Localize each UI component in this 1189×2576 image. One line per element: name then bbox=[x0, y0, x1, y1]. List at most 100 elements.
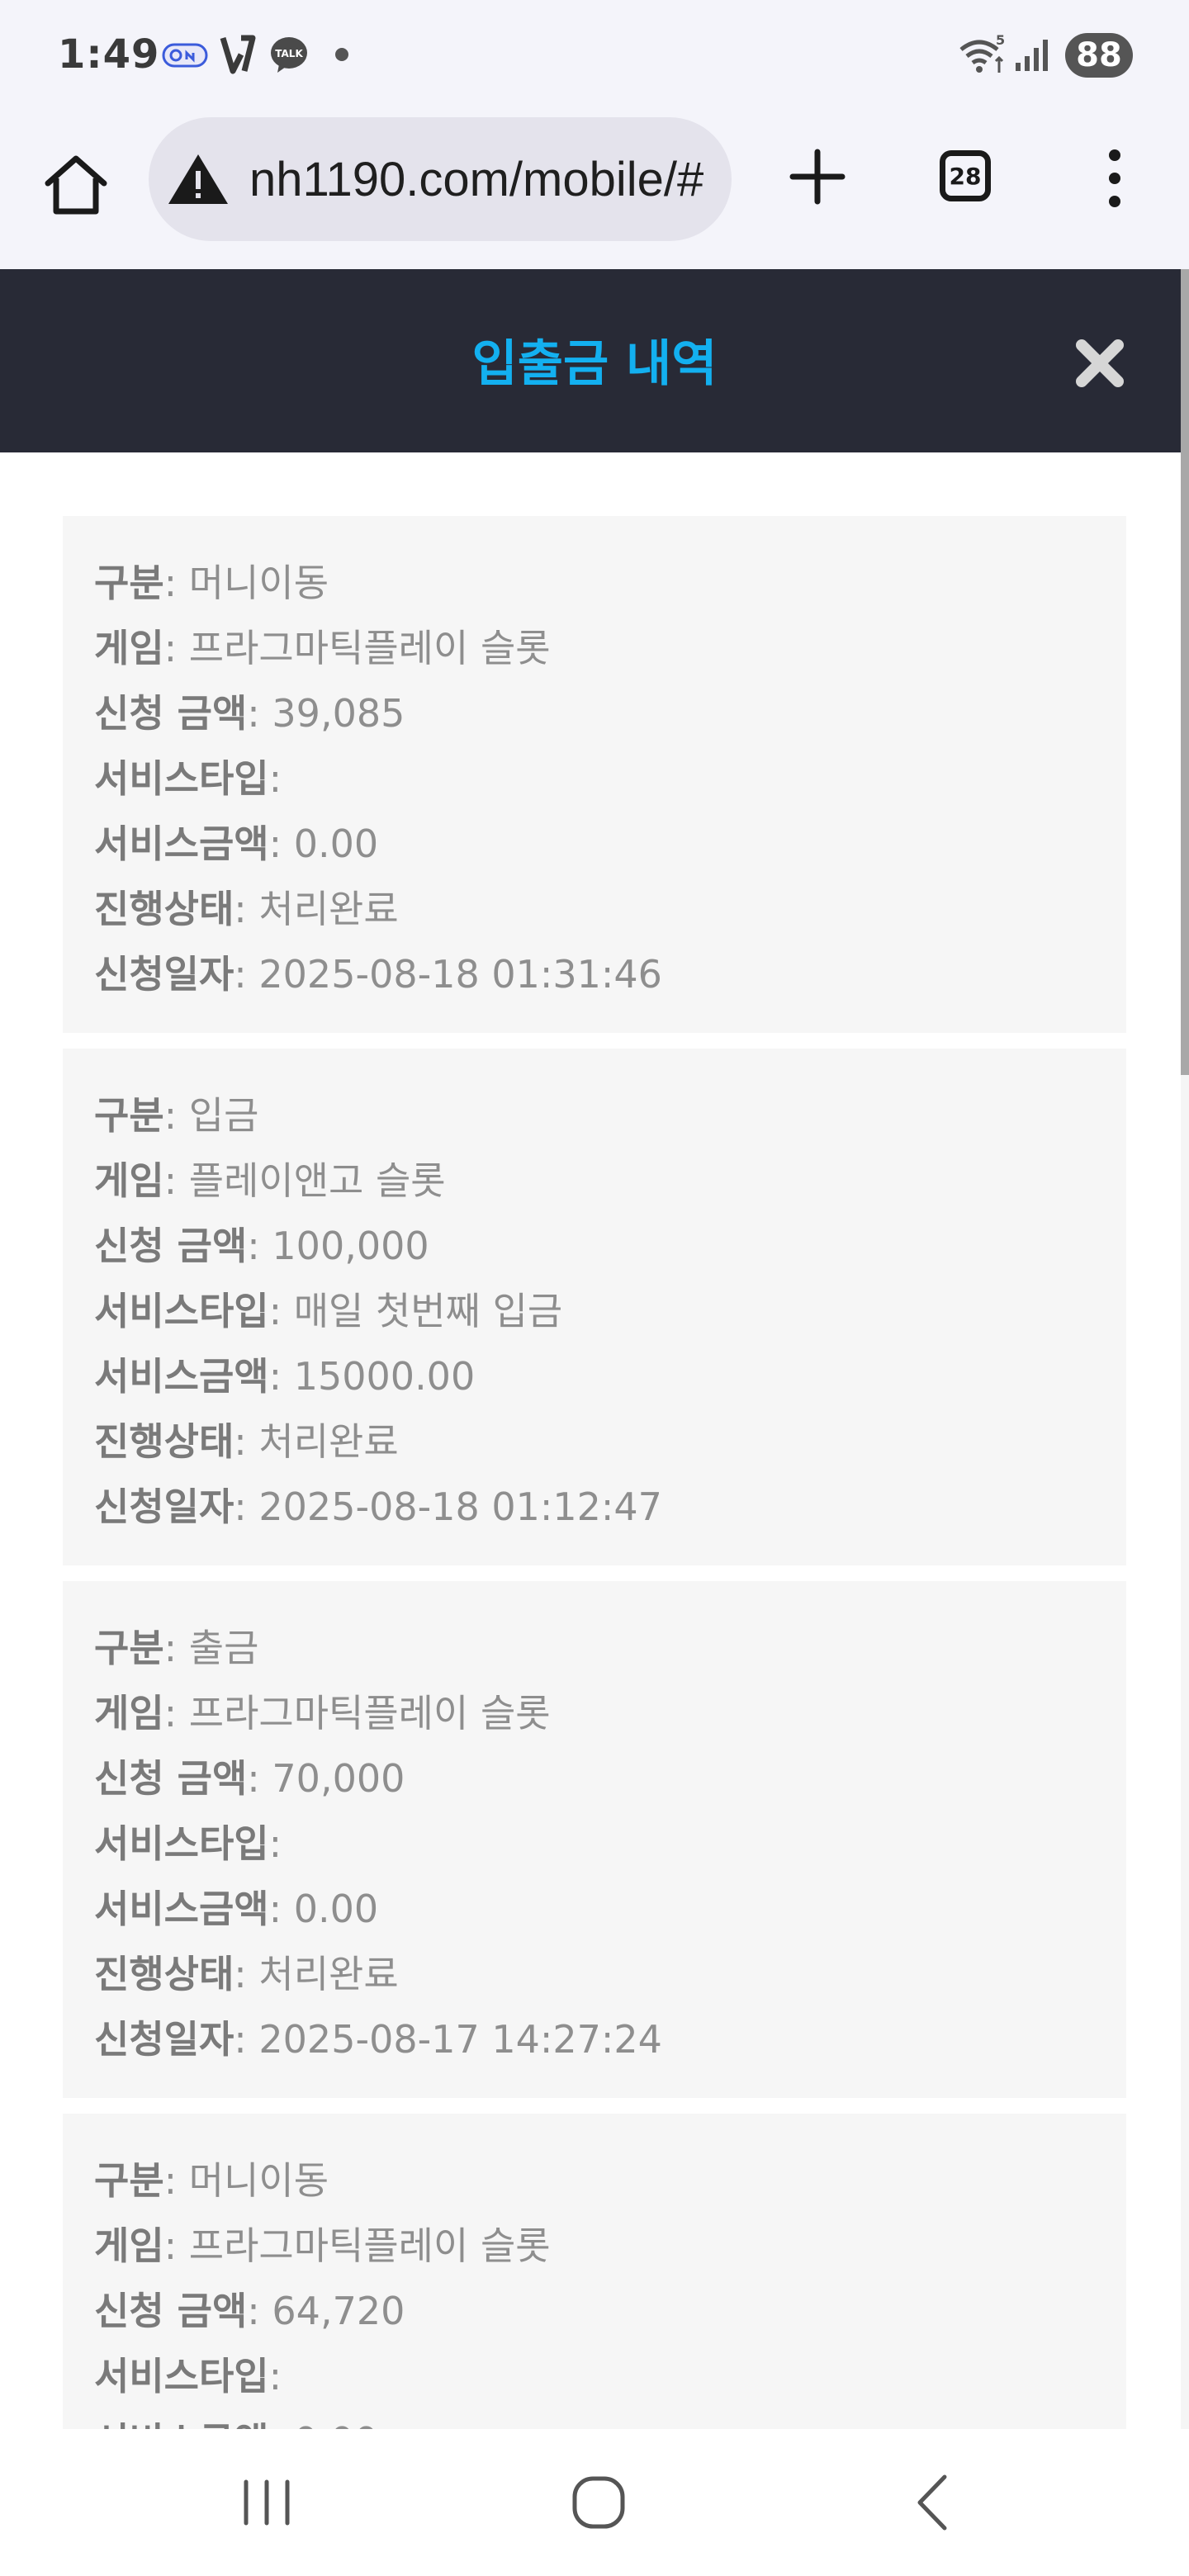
transaction-card: 구분: 출금 게임: 프라그마틱플레이 슬롯 신청 금액: 70,000 서비스… bbox=[63, 1581, 1126, 2098]
field-label: 게임 bbox=[94, 2223, 164, 2268]
field-label: 신청 금액 bbox=[94, 691, 248, 736]
battery-indicator: 88 bbox=[1065, 33, 1133, 78]
close-icon[interactable] bbox=[1073, 337, 1126, 390]
field-label: 신청일자 bbox=[94, 952, 234, 997]
field-value: : 입금 bbox=[163, 1093, 259, 1138]
field-value: : 0.00 bbox=[269, 2419, 379, 2429]
field-label: 구분 bbox=[94, 561, 164, 605]
field-label: 신청일자 bbox=[94, 2017, 234, 2062]
field-label: 게임 bbox=[94, 626, 164, 670]
field-label: 구분 bbox=[94, 1093, 164, 1138]
field-row: 신청 금액: 64,720 bbox=[94, 2279, 1126, 2344]
back-icon[interactable] bbox=[897, 2465, 971, 2540]
field-value: : 0.00 bbox=[268, 1887, 379, 1931]
field-row: 신청일자: 2025-08-18 01:31:46 bbox=[94, 942, 1126, 1007]
modal-title: 입출금 내역 bbox=[471, 335, 718, 393]
field-value: : 처리완료 bbox=[234, 1952, 399, 1996]
field-row: 서비스타입: 매일 첫번째 입금 bbox=[94, 1279, 1126, 1344]
field-value: : 출금 bbox=[163, 1626, 259, 1670]
field-value: : bbox=[268, 756, 282, 801]
warning-icon[interactable] bbox=[167, 151, 230, 207]
wifi-label: 5 bbox=[996, 33, 1005, 48]
field-row: 진행상태: 처리완료 bbox=[94, 1409, 1126, 1475]
tabs-icon[interactable]: 28 bbox=[940, 150, 991, 201]
kakaotalk-icon: TALK bbox=[269, 35, 309, 74]
url-text[interactable]: nh1190.com/mobile/# bbox=[249, 152, 703, 207]
wifi-icon: 5 bbox=[958, 33, 1009, 78]
field-label: 게임 bbox=[94, 1158, 164, 1203]
field-value: : 100,000 bbox=[247, 1224, 429, 1268]
field-label: 신청일자 bbox=[94, 1485, 234, 1529]
modal-header: 입출금 내역 bbox=[0, 269, 1181, 452]
field-row: 신청 금액: 39,085 bbox=[94, 681, 1126, 746]
field-row: 신청 금액: 70,000 bbox=[94, 1746, 1126, 1811]
field-row: 구분: 머니이동 bbox=[94, 551, 1126, 616]
field-label: 서비스타입 bbox=[94, 1821, 269, 1866]
home-icon[interactable] bbox=[41, 150, 111, 220]
field-label: 서비스금액 bbox=[94, 822, 269, 866]
field-value: : 64,720 bbox=[247, 2289, 405, 2333]
field-row: 신청 금액: 100,000 bbox=[94, 1214, 1126, 1279]
field-value: : 머니이동 bbox=[163, 2158, 329, 2203]
transaction-list: 구분: 머니이동 게임: 프라그마틱플레이 슬롯 신청 금액: 39,085 서… bbox=[0, 452, 1181, 2429]
field-label: 신청 금액 bbox=[94, 1224, 248, 1268]
field-label: 구분 bbox=[94, 1626, 164, 1670]
kakao-label: TALK bbox=[275, 48, 303, 59]
scrollbar-thumb[interactable] bbox=[1181, 269, 1189, 1075]
field-value: : 2025-08-17 14:27:24 bbox=[234, 2017, 662, 2062]
field-value: : 프라그마틱플레이 슬롯 bbox=[163, 2223, 551, 2268]
field-label: 서비스금액 bbox=[94, 1354, 269, 1399]
more-vert-icon[interactable] bbox=[1100, 145, 1130, 211]
browser-toolbar: nh1190.com/mobile/# 28 bbox=[0, 112, 1189, 269]
plus-icon[interactable] bbox=[783, 142, 852, 211]
field-value: : 처리완료 bbox=[234, 887, 399, 931]
field-row: 구분: 출금 bbox=[94, 1616, 1126, 1681]
field-value: : bbox=[268, 1821, 282, 1866]
address-bar[interactable]: nh1190.com/mobile/# bbox=[149, 117, 732, 241]
field-value: : 0.00 bbox=[268, 822, 379, 866]
field-label: 구분 bbox=[94, 2158, 164, 2203]
field-value: : 39,085 bbox=[247, 691, 405, 736]
field-row: 서비스금액: 15000.00 bbox=[94, 1344, 1126, 1409]
field-label: 서비스금액 bbox=[94, 2419, 269, 2429]
field-label: 진행상태 bbox=[94, 1419, 234, 1464]
field-row: 구분: 입금 bbox=[94, 1083, 1126, 1148]
field-value: : 70,000 bbox=[247, 1756, 405, 1801]
field-label: 진행상태 bbox=[94, 887, 234, 931]
field-row: 게임: 프라그마틱플레이 슬롯 bbox=[94, 616, 1126, 681]
signal-icon bbox=[1014, 38, 1050, 73]
field-row: 진행상태: 처리완료 bbox=[94, 1942, 1126, 2007]
home-circle-icon[interactable] bbox=[561, 2465, 636, 2540]
field-label: 신청 금액 bbox=[94, 1756, 248, 1801]
field-row: 신청일자: 2025-08-18 01:12:47 bbox=[94, 1475, 1126, 1540]
tab-count: 28 bbox=[949, 162, 982, 190]
field-label: 신청 금액 bbox=[94, 2289, 248, 2333]
field-row: 서비스금액: 0.00 bbox=[94, 1877, 1126, 1942]
field-row: 서비스타입: bbox=[94, 746, 1126, 812]
field-row: 신청일자: 2025-08-17 14:27:24 bbox=[94, 2007, 1126, 2072]
v-app-icon bbox=[220, 33, 259, 76]
field-row: 진행상태: 처리완료 bbox=[94, 877, 1126, 942]
field-value: : bbox=[268, 2354, 282, 2398]
field-value: : 프라그마틱플레이 슬롯 bbox=[163, 1691, 551, 1735]
field-label: 서비스타입 bbox=[94, 756, 269, 801]
field-row: 서비스타입: bbox=[94, 2344, 1126, 2409]
recent-apps-icon[interactable] bbox=[230, 2465, 304, 2540]
system-nav-bar bbox=[0, 2429, 1189, 2576]
field-row: 게임: 플레이앤고 슬롯 bbox=[94, 1148, 1126, 1214]
field-label: 서비스타입 bbox=[94, 2354, 269, 2398]
field-label: 게임 bbox=[94, 1691, 164, 1735]
field-row: 서비스금액: 0.00 bbox=[94, 2409, 1126, 2429]
field-value: : 플레이앤고 슬롯 bbox=[163, 1158, 446, 1203]
field-row: 서비스금액: 0.00 bbox=[94, 812, 1126, 877]
notification-dot bbox=[335, 48, 348, 61]
field-row: 구분: 머니이동 bbox=[94, 2148, 1126, 2214]
transaction-card: 구분: 입금 게임: 플레이앤고 슬롯 신청 금액: 100,000 서비스타입… bbox=[63, 1049, 1126, 1565]
link-icon bbox=[162, 41, 208, 69]
field-value: : 2025-08-18 01:12:47 bbox=[234, 1485, 662, 1529]
field-row: 서비스타입: bbox=[94, 1811, 1126, 1877]
field-value: : 처리완료 bbox=[234, 1419, 399, 1464]
field-label: 서비스금액 bbox=[94, 1887, 269, 1931]
transaction-card: 구분: 머니이동 게임: 프라그마틱플레이 슬롯 신청 금액: 64,720 서… bbox=[63, 2114, 1126, 2429]
field-label: 진행상태 bbox=[94, 1952, 234, 1996]
